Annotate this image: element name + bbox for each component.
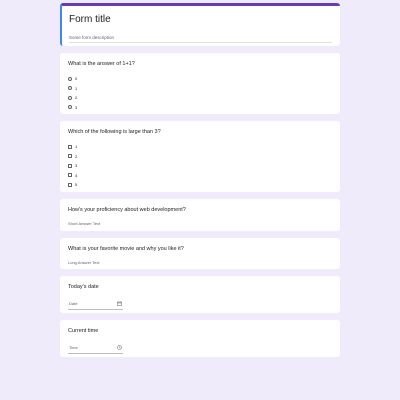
question-card-checkbox: Which of the following is large than 3? … <box>60 121 340 192</box>
checkbox[interactable] <box>68 144 72 149</box>
form-title: Form title <box>69 14 111 25</box>
option-label: 0 <box>75 76 78 82</box>
time-input[interactable]: Time <box>68 345 123 354</box>
date-field-label: Date <box>69 301 78 306</box>
form-description: Some form description <box>69 35 332 43</box>
checkbox-option[interactable]: 4 <box>68 171 332 181</box>
calendar-icon[interactable] <box>117 301 122 306</box>
checkbox[interactable] <box>68 154 72 159</box>
time-field-label: Time <box>69 345 78 350</box>
question-title: Current time <box>68 328 99 334</box>
question-title: Which of the following is large than 3? <box>68 129 161 135</box>
question-card-short-answer: How's your proficiency about web develop… <box>60 199 340 231</box>
question-card-long-answer: What is your favorite movie and why you … <box>60 238 340 269</box>
form-container: Form title Some form description What is… <box>60 3 340 364</box>
checkbox-option[interactable]: 2 <box>68 152 332 162</box>
option-label: 1 <box>75 144 78 150</box>
checkbox-option[interactable]: 1 <box>68 142 332 152</box>
option-label: 3 <box>75 163 78 169</box>
option-label: 2 <box>75 95 78 101</box>
radio-option[interactable]: 3 <box>68 103 332 113</box>
radio-button[interactable] <box>68 95 72 100</box>
checkbox[interactable] <box>68 163 72 168</box>
option-label: 3 <box>75 104 78 110</box>
checkbox-options: 1 2 3 4 5 <box>68 142 332 190</box>
checkbox-option[interactable]: 5 <box>68 180 332 190</box>
radio-option[interactable]: 1 <box>68 84 332 94</box>
question-card-date: Today's date Date <box>60 276 340 313</box>
question-title: What is your favorite movie and why you … <box>68 246 184 252</box>
option-label: 1 <box>75 85 78 91</box>
checkbox[interactable] <box>68 173 72 178</box>
clock-icon[interactable] <box>117 345 122 350</box>
date-input[interactable]: Date <box>68 301 123 310</box>
radio-button[interactable] <box>68 76 72 81</box>
option-label: 2 <box>75 153 78 159</box>
checkbox[interactable] <box>68 182 72 187</box>
radio-button[interactable] <box>68 86 72 91</box>
checkbox-option[interactable]: 3 <box>68 161 332 171</box>
option-label: 5 <box>75 182 78 188</box>
radio-option[interactable]: 2 <box>68 93 332 103</box>
form-header-card: Form title Some form description <box>60 3 340 46</box>
option-label: 4 <box>75 172 78 178</box>
question-title: What is the answer of 1+1? <box>68 61 135 67</box>
radio-button[interactable] <box>68 105 72 110</box>
question-title: Today's date <box>68 284 99 290</box>
question-card-radio: What is the answer of 1+1? 0 1 2 3 <box>60 53 340 114</box>
radio-options: 0 1 2 3 <box>68 74 332 112</box>
short-answer-input[interactable]: Short Answer Text <box>68 221 332 226</box>
radio-option[interactable]: 0 <box>68 74 332 84</box>
long-answer-input[interactable]: Long Answer Text <box>68 260 332 265</box>
question-title: How's your proficiency about web develop… <box>68 207 186 213</box>
question-card-time: Current time Time <box>60 320 340 357</box>
